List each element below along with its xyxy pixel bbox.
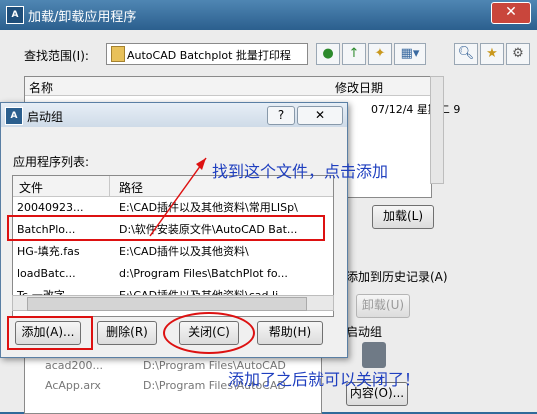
annotation-bottom: 添加了之后就可以关闭了！ xyxy=(228,370,421,389)
annotation-arrow xyxy=(149,157,207,237)
annotation-top: 找到这个文件，点击添加 xyxy=(212,162,389,181)
